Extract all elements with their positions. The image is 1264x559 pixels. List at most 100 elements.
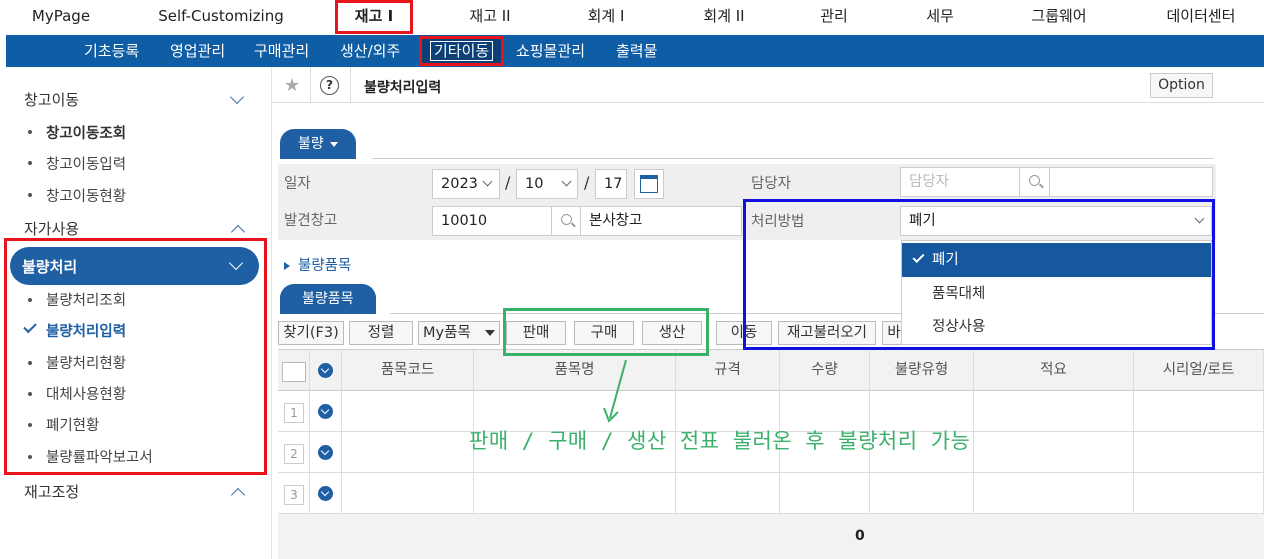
sidebar: 창고이동 창고이동조회 창고이동입력 창고이동현황 자가사용 불량처리 불량처리… [4,67,272,559]
chevron-up-icon[interactable] [230,487,246,503]
sub-menu-purchase[interactable]: 구매관리 [254,35,309,67]
grid-cell: 1 [278,391,310,432]
grid-cell: 2 [278,432,310,473]
option-button[interactable]: Option [1150,73,1213,98]
calendar-icon [640,175,658,193]
total-quantity: 0 [855,528,865,544]
download-icon[interactable] [318,404,333,419]
chevron-up-icon[interactable] [230,224,246,240]
grid-cell[interactable] [676,473,780,514]
row-number: 3 [284,485,304,505]
sidebar-group-self-use[interactable]: 자가사용 [24,218,79,239]
top-menu-datacenter[interactable]: 데이터센터 [1152,0,1250,34]
grid-header-quantity[interactable]: 수량 [780,350,870,391]
top-menu-inventory-1[interactable]: 재고 I [335,0,413,34]
grid-cell[interactable] [1134,391,1264,432]
grid-header-remarks[interactable]: 적요 [974,350,1134,391]
calendar-button[interactable] [634,169,664,199]
sidebar-group-defect[interactable]: 불량처리 [10,247,259,285]
bullet-icon [28,392,32,396]
method-option-disposal[interactable]: 폐기 [902,243,1211,277]
warehouse-name-field[interactable]: 본사창고 [580,206,742,236]
grid-cell[interactable] [474,473,676,514]
sidebar-item-defect-status[interactable]: 불량처리현황 [46,352,126,373]
top-menu-inventory-2[interactable]: 재고 II [452,0,528,34]
my-items-button[interactable]: My품목 [418,321,500,345]
method-option-normal-use[interactable]: 정상사용 [902,310,1211,344]
caret-down-icon [485,330,495,336]
grid-header-serial-lot[interactable]: 시리얼/로트 [1134,350,1264,391]
sidebar-item-warehouse-status[interactable]: 창고이동현황 [46,185,126,206]
search-icon [1029,175,1040,186]
top-menu-groupware[interactable]: 그룹웨어 [1018,0,1100,34]
manager-name-field[interactable] [1049,167,1213,197]
find-button[interactable]: 찾기(F3) [278,321,344,345]
grid-cell[interactable] [342,432,474,473]
top-menu-admin[interactable]: 관리 [804,0,864,34]
manager-label: 담당자 [751,176,792,192]
grid-cell[interactable] [1134,473,1264,514]
row-number: 2 [284,444,304,464]
grid-cell[interactable] [974,391,1134,432]
sidebar-item-disposal-status[interactable]: 폐기현황 [46,414,99,435]
warehouse-search-button[interactable] [551,206,581,236]
sidebar-item-defect-inquiry[interactable]: 불량처리조회 [46,289,126,310]
day-input[interactable]: 17 [595,169,627,199]
sub-menu-shopping-mall[interactable]: 쇼핑몰관리 [516,35,585,67]
grid-header-defect-type[interactable]: 불량유형 [870,350,974,391]
sub-menu-print[interactable]: 출력물 [616,35,657,67]
warehouse-code-input[interactable]: 10010 [432,206,552,236]
sub-menu-basic-registration[interactable]: 기초등록 [84,35,139,67]
grid-cell[interactable] [342,391,474,432]
grid-cell[interactable] [342,473,474,514]
top-menu-accounting-2[interactable]: 회계 II [686,0,762,34]
tab-defect-label: 불량 [298,136,324,152]
chevron-down-icon[interactable] [229,89,245,105]
grid-header-checkbox-col [278,350,310,391]
bullet-icon [28,455,32,459]
help-icon[interactable]: ? [320,76,339,95]
table-row[interactable]: 3 [278,473,1264,514]
date-label: 일자 [284,176,311,192]
select-all-checkbox[interactable] [282,362,306,382]
download-icon[interactable] [318,486,333,501]
defect-items-expander[interactable]: 불량품목 [284,254,351,275]
grid-cell [310,473,342,514]
divider [350,67,351,103]
sidebar-group-warehouse-move[interactable]: 창고이동 [24,89,79,110]
grid-cell: 3 [278,473,310,514]
sidebar-item-substitute-status[interactable]: 대체사용현황 [46,383,126,404]
sub-menu-production[interactable]: 생산/외주 [340,35,400,67]
sub-menu-other-movement[interactable]: 기타이동 [419,36,505,66]
sidebar-item-warehouse-inquiry[interactable]: 창고이동조회 [46,122,126,143]
defect-items-expander-label: 불량품목 [298,258,352,274]
top-menu-tax[interactable]: 세무 [910,0,970,34]
top-menu-mypage[interactable]: MyPage [20,0,102,34]
sidebar-item-warehouse-input[interactable]: 창고이동입력 [46,153,126,174]
manager-input[interactable]: 담당자 [900,167,1020,197]
divider [310,67,311,103]
method-option-substitute[interactable]: 품목대체 [902,277,1211,311]
sidebar-item-defect-input[interactable]: 불량처리입력 [46,320,126,341]
grid-header-item-code[interactable]: 품목코드 [342,350,474,391]
grid-header-spec[interactable]: 규격 [676,350,780,391]
grid-cell[interactable] [974,432,1134,473]
manager-search-button[interactable] [1019,167,1050,197]
sidebar-group-stock-adjust[interactable]: 재고조정 [24,481,79,502]
download-icon[interactable] [318,363,333,378]
grid-cell[interactable] [870,473,974,514]
tab-defect[interactable]: 불량 [280,129,356,159]
sub-menu-sales[interactable]: 영업관리 [170,35,225,67]
caret-down-icon [329,141,338,147]
grid-header-item-name[interactable]: 품목명 [474,350,676,391]
grid-cell[interactable] [1134,432,1264,473]
download-icon[interactable] [318,445,333,460]
tab-defect-items[interactable]: 불량품목 [280,284,376,314]
star-icon[interactable]: ★ [284,75,300,96]
top-menu-self-customizing[interactable]: Self-Customizing [150,0,292,34]
top-menu-accounting-1[interactable]: 회계 I [568,0,644,34]
sidebar-item-defect-rate-report[interactable]: 불량률파악보고서 [46,446,153,467]
grid-cell[interactable] [974,473,1134,514]
grid-cell[interactable] [780,473,870,514]
sort-button[interactable]: 정렬 [349,321,413,345]
